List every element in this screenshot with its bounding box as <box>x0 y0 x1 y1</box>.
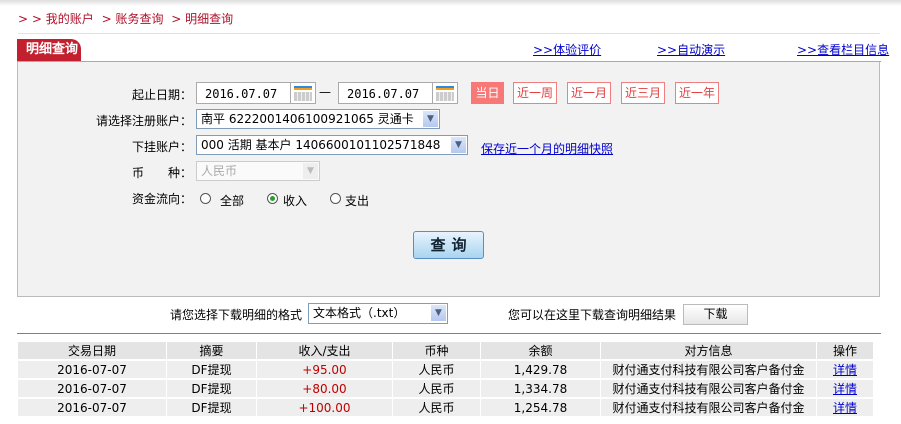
sub-account-label: 下挂账户： <box>131 140 192 154</box>
date-separator: — <box>319 85 331 99</box>
calendar-icon[interactable] <box>432 82 458 104</box>
cell-balance: 1,334.78 <box>481 380 601 397</box>
cell-currency: 人民币 <box>393 399 481 416</box>
table-row: 2016-07-07 DF提现 +95.00 人民币 1,429.78 财付通支付科技有限… <box>18 361 874 378</box>
transactions-table: 交易日期 摘要 收入/支出 币种 余额 对方信息 操作 2016-07-07 DF… <box>18 340 874 418</box>
account-label: 请选择注册账户： <box>95 114 192 128</box>
cell-summary: DF提现 <box>167 399 257 416</box>
red-divider <box>17 333 881 334</box>
cell-currency: 人民币 <box>393 361 481 378</box>
breadcrumb-my-account[interactable]: > > 我的账户 <box>18 12 94 26</box>
panel-title-tab: 明细查询 <box>17 39 81 61</box>
table-row: 2016-07-07 DF提现 +100.00 人民币 1,254.78 财付通支付科技有… <box>18 399 874 416</box>
top-shadow <box>0 0 901 6</box>
end-date-input[interactable]: 2016.07.07 <box>338 82 433 104</box>
cell-date: 2016-07-07 <box>18 380 167 397</box>
detail-link[interactable]: 详情 <box>833 382 857 396</box>
divider <box>18 33 880 34</box>
format-label: 请您选择下载明细的格式 <box>170 308 303 322</box>
cell-counterparty: 财付通支付科技有限公司客户备付金 <box>601 361 817 378</box>
col-currency: 币种 <box>393 342 481 359</box>
cell-date: 2016-07-07 <box>18 399 167 416</box>
table-row: 2016-07-07 DF提现 +80.00 人民币 1,334.78 财付通支付科技有限… <box>18 380 874 397</box>
quick-3month-button[interactable]: 近三月 <box>621 82 665 104</box>
cell-counterparty: 财付通支付科技有限公司客户备付金 <box>601 380 817 397</box>
currency-label: 币 种： <box>131 166 192 180</box>
sub-account-value: 000 活期 基本户 1406600101102571848 <box>201 138 441 152</box>
radio-all-label: 全部 <box>220 194 245 208</box>
auto-demo-link[interactable]: >>自动演示 <box>657 41 725 58</box>
table-header: 交易日期 摘要 收入/支出 币种 余额 对方信息 操作 <box>18 342 874 359</box>
currency-value: 人民币 <box>201 164 238 178</box>
detail-link[interactable]: 详情 <box>833 363 857 377</box>
start-date-input[interactable]: 2016.07.07 <box>196 82 291 104</box>
format-select[interactable]: 文本格式（.txt） ▼ <box>308 303 448 324</box>
cell-amount: +100.00 <box>257 399 393 416</box>
cell-amount: +80.00 <box>257 380 393 397</box>
quick-month-button[interactable]: 近一月 <box>567 82 611 104</box>
col-action: 操作 <box>817 342 874 359</box>
breadcrumb: > > 我的账户 > 账务查询 > 明细查询 <box>18 10 237 27</box>
column-info-link[interactable]: >>查看栏目信息 <box>797 41 889 58</box>
chevron-down-icon: ▼ <box>451 137 466 153</box>
radio-expense-label: 支出 <box>345 194 370 208</box>
currency-select[interactable]: 人民币 ▼ <box>196 161 320 181</box>
radio-expense[interactable] <box>330 193 341 204</box>
cell-balance: 1,429.78 <box>481 361 601 378</box>
cell-currency: 人民币 <box>393 380 481 397</box>
cell-summary: DF提现 <box>167 361 257 378</box>
cell-counterparty: 财付通支付科技有限公司客户备付金 <box>601 399 817 416</box>
chevron-down-icon: ▼ <box>423 111 438 127</box>
col-counterparty: 对方信息 <box>601 342 817 359</box>
breadcrumb-detail-query[interactable]: > 明细查询 <box>171 12 233 26</box>
cell-balance: 1,254.78 <box>481 399 601 416</box>
feedback-link[interactable]: >>体验评价 <box>533 41 601 58</box>
calendar-icon[interactable] <box>290 82 316 104</box>
quick-year-button[interactable]: 近一年 <box>675 82 719 104</box>
format-value: 文本格式（.txt） <box>313 306 406 320</box>
detail-link[interactable]: 详情 <box>833 401 857 415</box>
chevron-down-icon: ▼ <box>431 305 446 321</box>
radio-income[interactable] <box>267 193 278 204</box>
breadcrumb-account-query[interactable]: > 账务查询 <box>102 12 164 26</box>
quick-today-button[interactable]: 当日 <box>471 82 504 104</box>
chevron-down-icon: ▼ <box>303 163 318 179</box>
sub-account-select[interactable]: 000 活期 基本户 1406600101102571848 ▼ <box>196 135 468 155</box>
col-summary: 摘要 <box>167 342 257 359</box>
query-button[interactable]: 查询 <box>413 231 484 259</box>
cell-summary: DF提现 <box>167 380 257 397</box>
cell-action: 详情 <box>817 361 874 378</box>
date-label: 起止日期： <box>131 88 192 102</box>
download-button[interactable]: 下载 <box>683 304 748 325</box>
account-value: 南平 6222001406100921065 灵通卡 <box>201 112 414 126</box>
col-date: 交易日期 <box>18 342 167 359</box>
quick-week-button[interactable]: 近一周 <box>513 82 557 104</box>
col-balance: 余额 <box>481 342 601 359</box>
cell-date: 2016-07-07 <box>18 361 167 378</box>
radio-all[interactable] <box>200 193 211 204</box>
snapshot-link[interactable]: 保存近一个月的明细快照 <box>481 140 613 157</box>
cell-action: 详情 <box>817 380 874 397</box>
cell-amount: +95.00 <box>257 361 393 378</box>
download-hint: 您可以在这里下载查询明细结果 <box>508 308 677 322</box>
cell-action: 详情 <box>817 399 874 416</box>
account-select[interactable]: 南平 6222001406100921065 灵通卡 ▼ <box>196 109 440 129</box>
col-amount: 收入/支出 <box>257 342 393 359</box>
radio-income-label: 收入 <box>283 194 308 208</box>
direction-label: 资金流向： <box>131 192 192 206</box>
